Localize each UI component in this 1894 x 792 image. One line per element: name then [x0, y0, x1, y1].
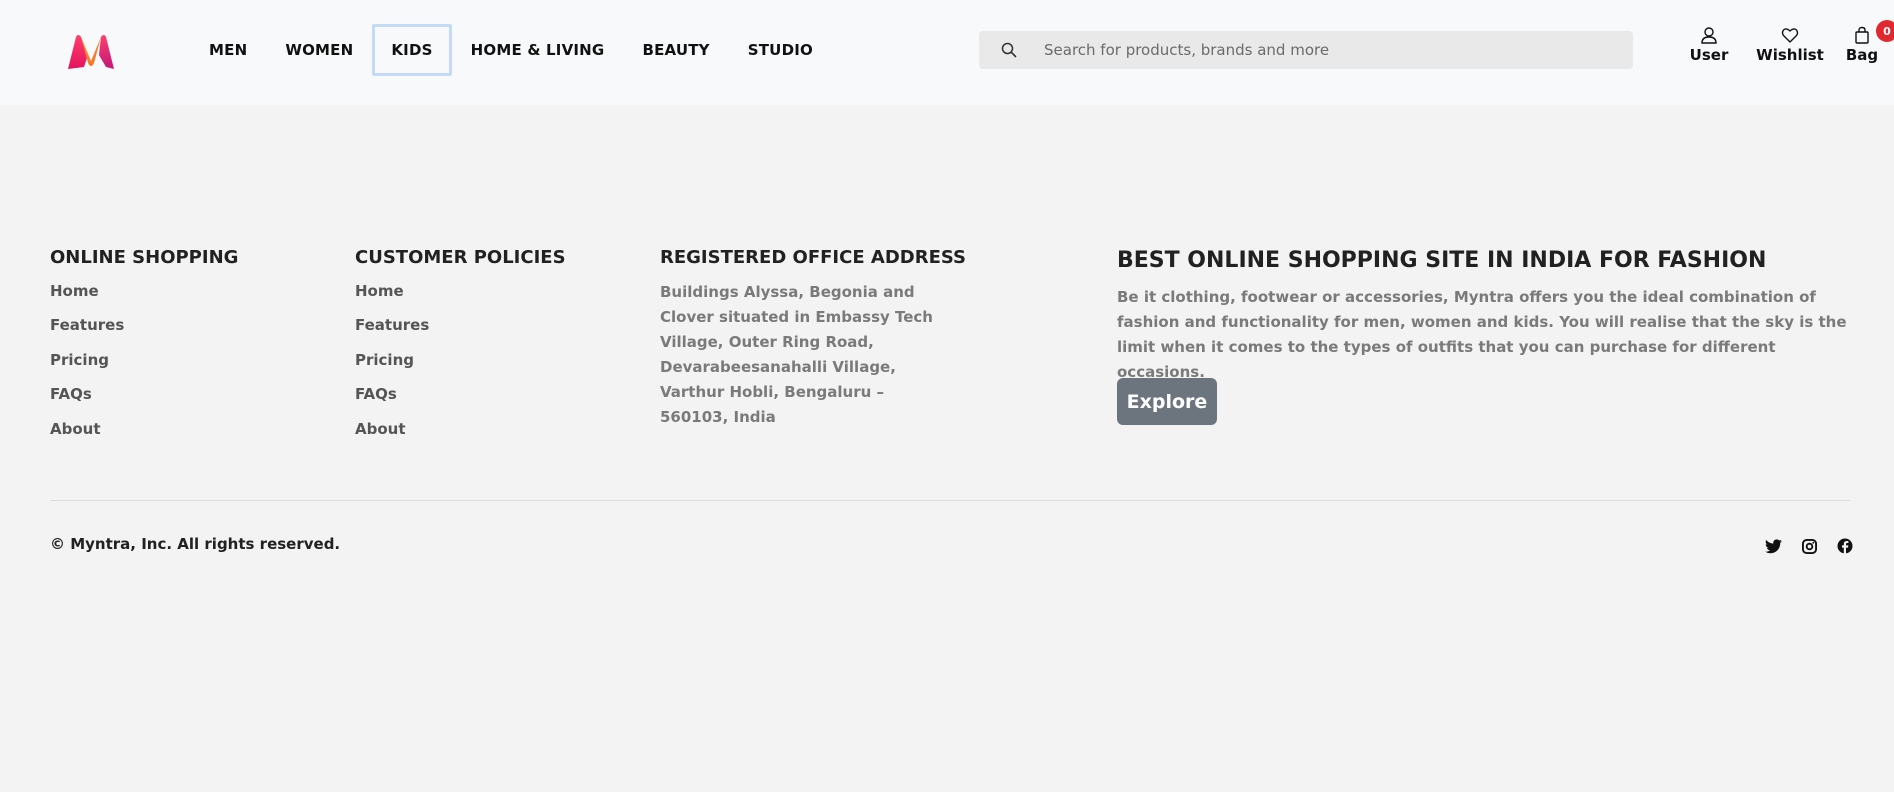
customer-policies-link-about[interactable]: About — [355, 420, 406, 438]
office-address-text: Buildings Alyssa, Begonia and Clover sit… — [660, 283, 933, 426]
nav-kids[interactable]: KIDS — [372, 24, 452, 76]
online-shopping-link-pricing[interactable]: Pricing — [50, 351, 109, 369]
bag-icon — [1855, 26, 1869, 44]
promo-text: Be it clothing, footwear or accessories,… — [1117, 288, 1847, 381]
bag-count-badge: 0 — [1876, 20, 1894, 42]
main-nav: MEN WOMEN KIDS HOME & LIVING BEAUTY STUD… — [190, 24, 832, 76]
bag-label: Bag — [1845, 46, 1879, 64]
online-shopping-link-home[interactable]: Home — [50, 282, 99, 300]
user-icon — [1701, 27, 1717, 44]
nav-women[interactable]: WOMEN — [266, 24, 372, 76]
user-button[interactable]: User — [1680, 26, 1738, 64]
twitter-icon[interactable] — [1755, 535, 1791, 557]
bag-button[interactable]: Bag 0 — [1840, 20, 1894, 64]
customer-policies-link-home[interactable]: Home — [355, 282, 404, 300]
nav-men[interactable]: MEN — [190, 24, 266, 76]
wishlist-label: Wishlist — [1756, 46, 1824, 64]
user-label: User — [1689, 46, 1729, 64]
footer-divider — [50, 500, 1850, 501]
nav-beauty[interactable]: BEAUTY — [623, 24, 728, 76]
customer-policies-link-pricing[interactable]: Pricing — [355, 351, 414, 369]
customer-policies-link-faqs[interactable]: FAQs — [355, 385, 397, 403]
search-bar — [979, 31, 1633, 69]
customer-policies-link-features[interactable]: Features — [355, 316, 429, 334]
online-shopping-title: ONLINE SHOPPING — [50, 247, 239, 268]
nav-home-living[interactable]: HOME & LIVING — [452, 24, 624, 76]
explore-button[interactable]: Explore — [1117, 378, 1217, 425]
online-shopping-link-features[interactable]: Features — [50, 316, 124, 334]
facebook-icon[interactable] — [1827, 535, 1863, 557]
header-actions: User Wishlist Bag 0 — [1680, 20, 1894, 64]
promo-title: BEST ONLINE SHOPPING SITE IN INDIA FOR F… — [1117, 248, 1767, 273]
search-icon[interactable] — [989, 31, 1029, 69]
instagram-icon[interactable] — [1791, 535, 1827, 557]
office-address-title: REGISTERED OFFICE ADDRESS — [660, 247, 966, 268]
heart-icon — [1781, 28, 1799, 43]
site-header: MEN WOMEN KIDS HOME & LIVING BEAUTY STUD… — [0, 0, 1894, 105]
wishlist-button[interactable]: Wishlist — [1748, 26, 1832, 64]
online-shopping-link-about[interactable]: About — [50, 420, 101, 438]
customer-policies-title: CUSTOMER POLICIES — [355, 247, 566, 268]
social-links — [1755, 535, 1863, 557]
online-shopping-link-faqs[interactable]: FAQs — [50, 385, 92, 403]
nav-studio[interactable]: STUDIO — [729, 24, 832, 76]
myntra-logo[interactable] — [64, 33, 118, 70]
search-input[interactable] — [1029, 31, 1633, 69]
copyright-text: © Myntra, Inc. All rights reserved. — [50, 535, 341, 553]
